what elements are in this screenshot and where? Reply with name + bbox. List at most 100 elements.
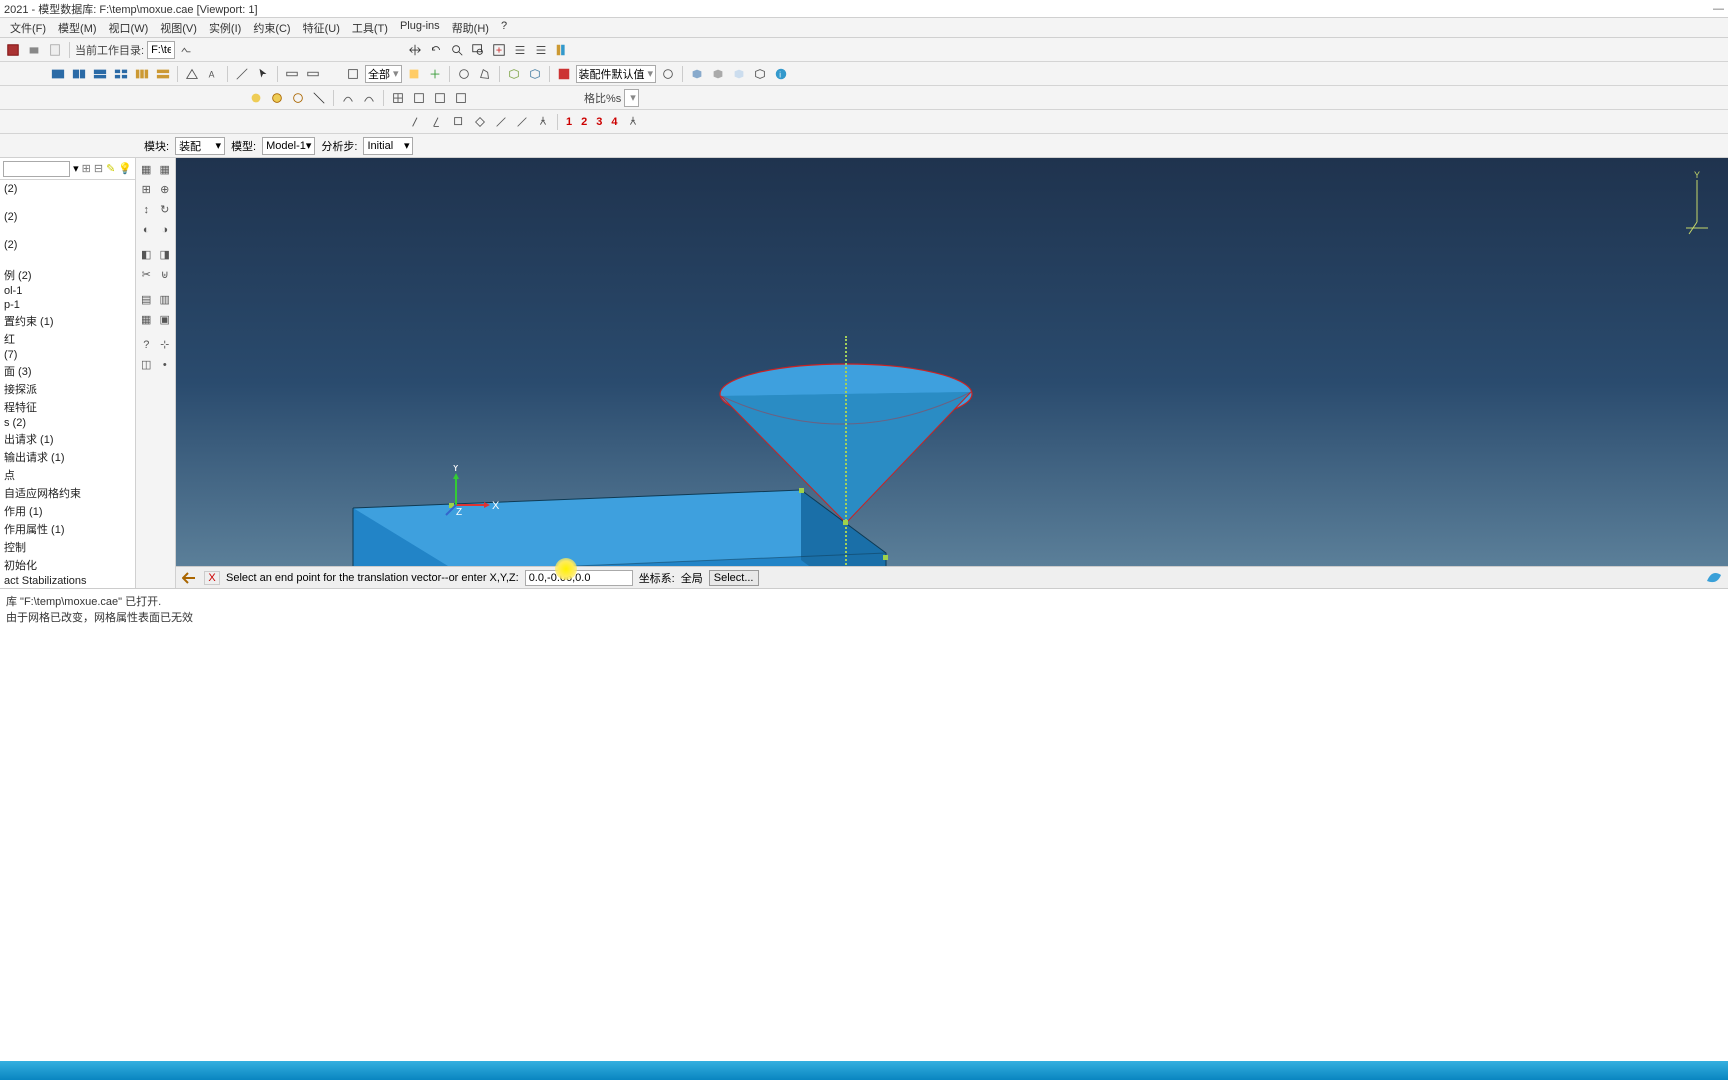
palette-translate-icon[interactable]: ↕: [138, 201, 155, 218]
zoom-window-icon[interactable]: [469, 41, 487, 59]
palette-geom-icon[interactable]: ▥: [157, 291, 174, 308]
layers-icon[interactable]: [532, 41, 550, 59]
compass-icon[interactable]: [624, 113, 642, 131]
tree-filter-input[interactable]: [3, 161, 70, 177]
prompt-value-input[interactable]: [525, 570, 633, 586]
add-icon[interactable]: [426, 65, 444, 83]
menu-tools[interactable]: 工具(T): [346, 18, 394, 37]
palette-instance-icon[interactable]: ▦: [138, 161, 155, 178]
tree-filter-dd-icon[interactable]: ▾: [73, 162, 79, 175]
grid2-icon[interactable]: [410, 89, 428, 107]
menu-model[interactable]: 模型(M): [52, 18, 103, 37]
module-select[interactable]: 装配▾: [175, 137, 225, 155]
tree-node[interactable]: 程特征: [2, 398, 133, 416]
tree-node[interactable]: act Stabilizations: [2, 574, 133, 586]
minimize-button[interactable]: —: [1713, 3, 1724, 15]
tree-node[interactable]: [2, 196, 133, 210]
tree-node[interactable]: (2): [2, 238, 133, 252]
tree-tip-icon[interactable]: ✎: [106, 162, 115, 175]
vp3-icon[interactable]: [91, 65, 109, 83]
vp1-icon[interactable]: [49, 65, 67, 83]
message-area[interactable]: 库 "F:\temp\moxue.cae" 已打开. 由于网格已改变，网格属性表…: [0, 588, 1728, 868]
tree-node[interactable]: ol-1: [2, 284, 133, 298]
render1-icon[interactable]: [688, 65, 706, 83]
palette-rotate-icon[interactable]: ↻: [157, 201, 174, 218]
q2-icon[interactable]: [429, 113, 447, 131]
save-icon[interactable]: [4, 41, 22, 59]
colormode-icon[interactable]: [553, 41, 571, 59]
palette-cut-icon[interactable]: ✂: [138, 266, 155, 283]
tree-node[interactable]: 置约束 (1): [2, 312, 133, 330]
zoom-icon[interactable]: [448, 41, 466, 59]
palette-merge-icon[interactable]: ◑: [157, 221, 174, 238]
menu-help[interactable]: 帮助(H): [446, 18, 495, 37]
view-cube[interactable]: Y: [1684, 168, 1710, 238]
render2-icon[interactable]: [709, 65, 727, 83]
palette-node-icon[interactable]: ▣: [157, 311, 174, 328]
tree-collapse-icon[interactable]: ⊟: [94, 162, 103, 175]
select-icon[interactable]: [254, 65, 272, 83]
color-icon[interactable]: [555, 65, 573, 83]
assembly-defaults-select[interactable]: 装配件默认值▾: [576, 65, 657, 83]
shade2-icon[interactable]: [268, 89, 286, 107]
shade3-icon[interactable]: [289, 89, 307, 107]
render3-icon[interactable]: [730, 65, 748, 83]
info-icon[interactable]: i: [772, 65, 790, 83]
poly-sel-icon[interactable]: [476, 65, 494, 83]
palette-edge-icon[interactable]: ◨: [157, 246, 174, 263]
tree-node[interactable]: 红: [2, 330, 133, 348]
datum2-icon[interactable]: [304, 65, 322, 83]
tree-node[interactable]: 作用 (1): [2, 502, 133, 520]
shade4-icon[interactable]: [310, 89, 328, 107]
tree-node[interactable]: 接探派: [2, 380, 133, 398]
light-icon[interactable]: [659, 65, 677, 83]
filter-all-icon[interactable]: [344, 65, 362, 83]
tree-node[interactable]: 初始化: [2, 556, 133, 574]
menu-viewport[interactable]: 视口(W): [103, 18, 155, 37]
step-select[interactable]: Initial▾: [363, 137, 413, 155]
vp5-icon[interactable]: [133, 65, 151, 83]
palette-face-icon[interactable]: ◧: [138, 246, 155, 263]
vp4-icon[interactable]: [112, 65, 130, 83]
render4-icon[interactable]: [751, 65, 769, 83]
curve1-icon[interactable]: [339, 89, 357, 107]
tree-node[interactable]: p-1: [2, 298, 133, 312]
tree-node[interactable]: 出请求 (1): [2, 430, 133, 448]
grid-percent-select[interactable]: ▾: [624, 89, 639, 107]
tree-expand-icon[interactable]: ⊞: [82, 162, 91, 175]
grid3-icon[interactable]: [431, 89, 449, 107]
rotate-icon[interactable]: [427, 41, 445, 59]
tree-node[interactable]: (2): [2, 210, 133, 224]
menu-feature[interactable]: 特征(U): [297, 18, 346, 37]
fit-icon[interactable]: [490, 41, 508, 59]
tree-bulb-icon[interactable]: 💡: [118, 162, 132, 175]
new-icon[interactable]: [46, 41, 64, 59]
q1-icon[interactable]: [408, 113, 426, 131]
vp6-icon[interactable]: [154, 65, 172, 83]
filter-select[interactable]: 全部▾: [365, 65, 402, 83]
palette-grid-icon[interactable]: ▦: [157, 161, 174, 178]
tree-node[interactable]: 控制: [2, 538, 133, 556]
tree-node[interactable]: (2): [2, 182, 133, 196]
palette-point-icon[interactable]: •: [157, 356, 174, 373]
menu-file[interactable]: 文件(F): [4, 18, 52, 37]
taskbar[interactable]: [0, 1061, 1728, 1080]
model-select[interactable]: Model-1▾: [262, 137, 315, 155]
color-4[interactable]: 4: [608, 116, 620, 128]
measure-icon[interactable]: [233, 65, 251, 83]
palette-mesh-icon[interactable]: ▦: [138, 311, 155, 328]
box-icon[interactable]: [505, 65, 523, 83]
q7-icon[interactable]: [534, 113, 552, 131]
tree-node[interactable]: 面 (3): [2, 362, 133, 380]
tree-node[interactable]: 输出请求 (1): [2, 448, 133, 466]
tree-node[interactable]: [2, 252, 133, 266]
q4-icon[interactable]: [471, 113, 489, 131]
palette-partition-icon[interactable]: ▤: [138, 291, 155, 308]
palette-csys-icon[interactable]: ⊹: [157, 336, 174, 353]
tree-node[interactable]: 点: [2, 466, 133, 484]
tree-node[interactable]: [2, 224, 133, 238]
menu-instance[interactable]: 实例(I): [203, 18, 247, 37]
menu-what[interactable]: ?: [495, 18, 513, 37]
palette-datum-icon[interactable]: ◫: [138, 356, 155, 373]
coord-select-button[interactable]: Select...: [709, 570, 759, 586]
